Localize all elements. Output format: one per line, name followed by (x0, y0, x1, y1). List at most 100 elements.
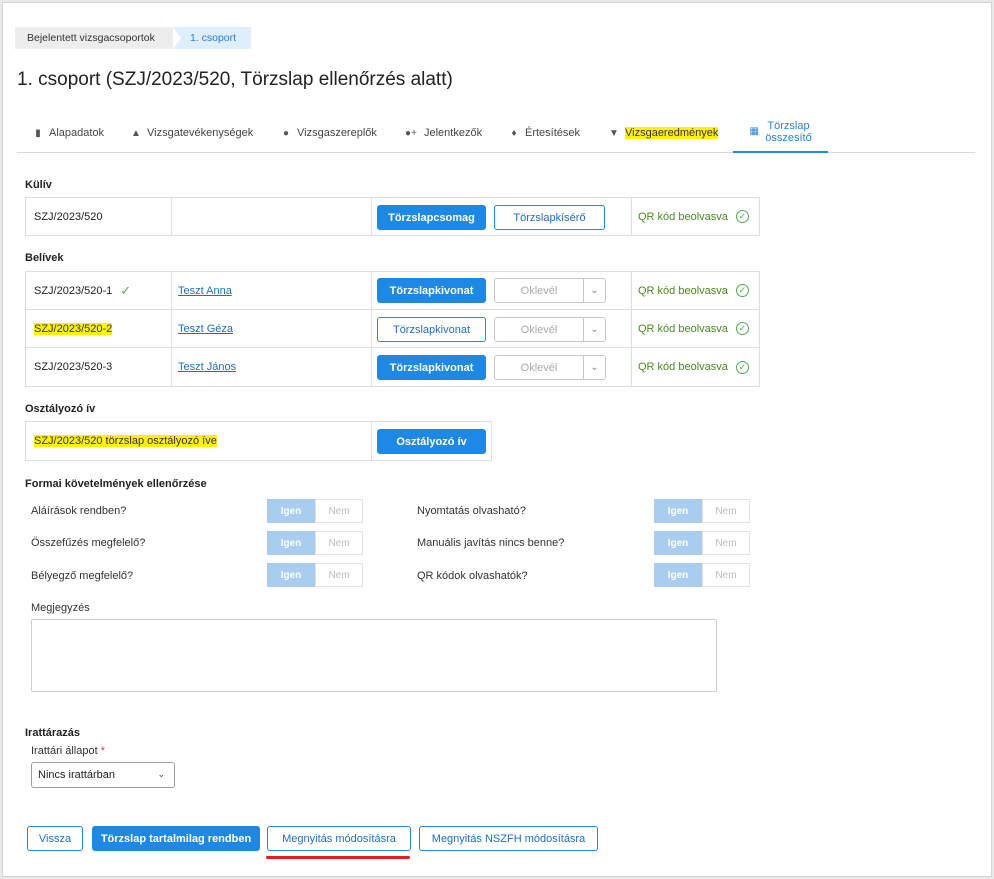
question-qr-kodok: QR kódok olvashatók? (417, 570, 528, 582)
toggle-osszefuzes[interactable]: Igen Nem (267, 531, 363, 555)
section-formai-heading: Formai követelmények ellenőrzése (25, 478, 207, 490)
student-link[interactable]: Teszt Géza (172, 323, 233, 335)
tab-vizsgaszereplok[interactable]: ● Vizsgaszereplők (281, 113, 377, 153)
add-user-icon: ●+ (405, 127, 417, 139)
tab-jelentkezok[interactable]: ●+ Jelentkezők (404, 113, 482, 153)
osztalyozo-text-cell: SZJ/2023/520 törzslap osztályozó íve (25, 421, 372, 461)
breadcrumb-item-groups[interactable]: Bejelentett vizsgacsoportok (15, 27, 173, 49)
irattari-allapot-select[interactable]: Nincs irattárban ⌄ (31, 762, 175, 788)
document-icon: ▮ (35, 127, 41, 139)
torzslapkisero-button[interactable]: Törzslapkísérő (494, 205, 605, 230)
beliv-status-cell: QR kód beolvasva ✓ (631, 309, 760, 348)
trophy-icon: ▼ (609, 127, 619, 139)
reopen-nszfh-button[interactable]: Megnyitás NSZFH módosításra (419, 826, 598, 851)
yes-option[interactable]: Igen (267, 563, 315, 587)
kuliv-empty-cell (171, 197, 372, 236)
tab-label: Jelentkezők (424, 127, 483, 139)
torzslapcsomag-button[interactable]: Törzslapcsomag (377, 205, 486, 230)
red-underline-annotation (266, 856, 410, 859)
torzslapkivonat-button[interactable]: Törzslapkivonat (377, 278, 486, 303)
torzslap-ok-button[interactable]: Törzslap tartalmilag rendben (92, 826, 260, 851)
no-option[interactable]: Nem (702, 499, 750, 523)
no-option[interactable]: Nem (315, 563, 363, 587)
tab-label: Vizsgaszereplők (297, 127, 377, 139)
select-value: Nincs irattárban (38, 769, 116, 781)
tab-label: Vizsgaeredmények (625, 127, 719, 139)
beliv-code: SZJ/2023/520-1 (34, 284, 113, 297)
kuliv-code-cell: SZJ/2023/520 (25, 197, 172, 236)
beliv-name-cell: Teszt János (171, 347, 372, 387)
yes-option[interactable]: Igen (654, 531, 702, 555)
question-alairasok: Aláírások rendben? (31, 505, 127, 517)
kuliv-status-cell: QR kód beolvasva ✓ (631, 197, 760, 236)
tab-vizsgaeredmenyek[interactable]: ▼ Vizsgaeredmények (609, 113, 719, 153)
section-irattarazas-heading: Irattárazás (25, 727, 81, 739)
qr-status: QR kód beolvasva ✓ (632, 322, 749, 335)
no-option[interactable]: Nem (315, 499, 363, 523)
beliv-name-cell: Teszt Géza (171, 309, 372, 348)
tab-bar: ▮ Alapadatok ▲ Vizsgatevékenységek ● Viz… (17, 113, 975, 153)
section-osztalyozo-heading: Osztályozó ív (25, 403, 96, 415)
megjegyzes-textarea[interactable] (31, 619, 717, 692)
check-circle-icon: ✓ (735, 322, 749, 335)
student-link[interactable]: Teszt Anna (172, 285, 232, 297)
toggle-belyegzo[interactable]: Igen Nem (267, 563, 363, 587)
tab-ertesitesek[interactable]: ♦ Értesítések (509, 113, 580, 153)
chevron-down-icon: ⌄ (157, 769, 165, 779)
tab-label: Törzslap összesítő (765, 120, 812, 144)
toggle-manualis[interactable]: Igen Nem (654, 531, 750, 555)
back-button[interactable]: Vissza (27, 826, 83, 851)
question-nyomtatas: Nyomtatás olvasható? (417, 505, 526, 517)
checkmark-icon: ✓ (120, 282, 132, 298)
graduation-cap-icon: ▲ (131, 127, 141, 139)
toggle-qr-kodok[interactable]: Igen Nem (654, 563, 750, 587)
no-option[interactable]: Nem (315, 531, 363, 555)
form-icon: ▦ (749, 126, 759, 137)
no-option[interactable]: Nem (702, 531, 750, 555)
check-circle-icon: ✓ (735, 284, 749, 297)
person-icon: ● (282, 127, 290, 139)
page-title: 1. csoport (SZJ/2023/520, Törzslap ellen… (17, 69, 453, 90)
document-type-select[interactable]: Oklevél ⌄ (494, 278, 606, 303)
section-kuliv-heading: Külív (25, 179, 52, 191)
tab-label: Vizsgatevékenységek (147, 127, 254, 139)
check-circle-icon: ✓ (735, 360, 749, 374)
kuliv-code: SZJ/2023/520 (34, 210, 103, 223)
tab-alapadatok[interactable]: ▮ Alapadatok (33, 113, 104, 153)
student-link[interactable]: Teszt János (172, 361, 236, 373)
qr-status: QR kód beolvasva ✓ (632, 360, 749, 374)
toggle-nyomtatas[interactable]: Igen Nem (654, 499, 750, 523)
yes-option[interactable]: Igen (267, 531, 315, 555)
question-manualis: Manuális javítás nincs benne? (417, 537, 565, 549)
beliv-code-cell: SZJ/2023/520-1 ✓ (25, 271, 172, 310)
app-window: Bejelentett vizsgacsoportok 1. csoport 1… (2, 2, 992, 877)
torzslapkivonat-button[interactable]: Törzslapkivonat (377, 317, 486, 342)
select-value: Oklevél (520, 323, 558, 336)
yes-option[interactable]: Igen (267, 499, 315, 523)
reopen-for-edit-button[interactable]: Megnyitás módosításra (267, 826, 411, 851)
breadcrumb-item-current[interactable]: 1. csoport (173, 27, 251, 49)
no-option[interactable]: Nem (702, 563, 750, 587)
beliv-status-cell: QR kód beolvasva ✓ (631, 347, 760, 387)
check-circle-icon: ✓ (735, 210, 749, 223)
beliv-name-cell: Teszt Anna (171, 271, 372, 310)
beliv-code: SZJ/2023/520-2 (34, 322, 113, 335)
osztalyozo-iv-button[interactable]: Osztályozó ív (377, 429, 486, 454)
chevron-down-icon: ⌄ (583, 279, 605, 302)
osztalyozo-text: SZJ/2023/520 törzslap osztályozó íve (34, 435, 217, 447)
section-beliv-heading: Belívek (25, 252, 64, 264)
document-type-select[interactable]: Oklevél ⌄ (494, 317, 606, 342)
beliv-status-cell: QR kód beolvasva ✓ (631, 271, 760, 310)
megjegyzes-label: Megjegyzés (31, 602, 90, 614)
tab-vizsgatevekenysegek[interactable]: ▲ Vizsgatevékenységek (131, 113, 253, 153)
toggle-alairasok[interactable]: Igen Nem (267, 499, 363, 523)
chevron-down-icon: ⌄ (583, 318, 605, 341)
yes-option[interactable]: Igen (654, 563, 702, 587)
qr-status: QR kód beolvasva ✓ (632, 210, 749, 223)
torzslapkivonat-button[interactable]: Törzslapkivonat (377, 355, 486, 380)
question-osszefuzes: Összefűzés megfelelő? (31, 537, 146, 549)
tab-torzslap-osszesito[interactable]: ▦ Törzslap összesítő (733, 113, 828, 153)
tab-label: Alapadatok (49, 127, 105, 139)
document-type-select[interactable]: Oklevél ⌄ (494, 355, 606, 380)
yes-option[interactable]: Igen (654, 499, 702, 523)
